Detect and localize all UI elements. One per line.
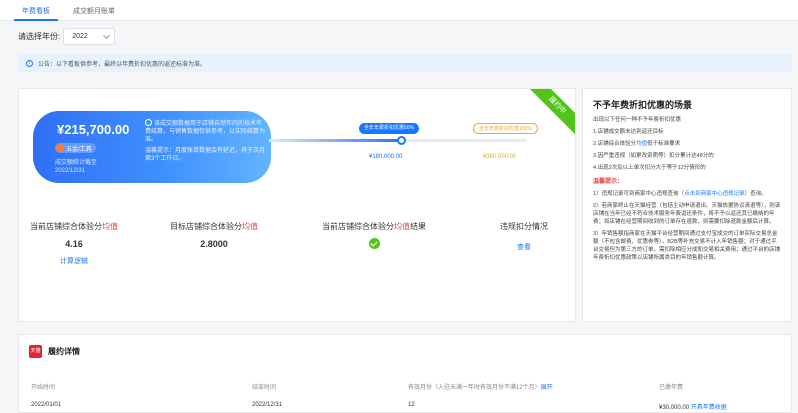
col-start-time: 开始时间 xyxy=(31,385,56,391)
side-intro: 出现以下任何一种不予年费折扣优惠 xyxy=(593,117,682,123)
chevron-down-icon xyxy=(103,31,111,39)
row-months: 12 xyxy=(408,402,415,408)
turnover-amount: ¥215,700.00 xyxy=(57,122,130,137)
metric-target-score: 目标店铺综合体验分均值 2.8000 xyxy=(159,221,269,249)
marker-100-pin: 全年年费折扣优惠100% xyxy=(473,123,538,134)
year-select[interactable]: 2022 xyxy=(63,27,116,45)
check-circle-icon xyxy=(368,238,380,249)
top-tabs: 年费看板 成交额月账单 xyxy=(0,0,798,21)
metric-label: 当前店铺综合体验分 xyxy=(30,222,102,231)
side-warn-title: 温馨提示： xyxy=(593,179,624,185)
side-title: 不予年费折扣优惠的场景 xyxy=(593,100,693,110)
turnover-date: 2022/12/31 xyxy=(55,168,86,174)
violation-center-link[interactable]: 点击到商家中心违规记录 xyxy=(684,191,745,197)
metric-value: 4.16 xyxy=(65,239,83,249)
marker-50-pin: 全年年费折扣优惠50% xyxy=(359,123,420,134)
expand-link[interactable]: 展开 xyxy=(541,385,553,391)
side-item-highlight: 均值 xyxy=(636,141,648,147)
side-note: 1）违规记录可到商家中心违规查询（点击到商家中心违规记录）查询。 xyxy=(593,191,767,197)
fire-icon xyxy=(56,144,64,152)
view-violations-link[interactable]: 查看 xyxy=(469,242,575,252)
progress-fill xyxy=(269,139,401,142)
metric-score-result: 当前店铺综合体验分均值结果 xyxy=(319,221,429,249)
side-note: 2）若商家终止在天猫经营（包括主动申请退出、天猫依据协议清退等），则该店铺在当年… xyxy=(593,203,781,225)
metric-label-highlight: 均值 xyxy=(102,222,118,231)
row-fee: ¥30,000.00 开具年费收据 xyxy=(659,405,727,411)
tab-annual-fee-board[interactable]: 年费看板 xyxy=(14,0,58,21)
fulfillment-details-card: 天猫 履约详情 开始时间 结束时间 有效月份（入驻未满一年时有效月份不满12个月… xyxy=(18,334,792,413)
turnover-date-note: 成交额统计截至 2022/12/31 xyxy=(55,159,97,175)
metric-value: 2.8000 xyxy=(200,239,228,249)
marker-100-value: ¥360,000.00 xyxy=(483,154,517,160)
year-select-value: 2022 xyxy=(72,32,88,40)
side-note: 3）年销售额指商家在天猫平台经营期间通过支付宝成交的订单实际交易总金额（不包含邮… xyxy=(593,231,781,261)
side-item: 2.店铺综合体验分均值低于标准要求 xyxy=(593,141,681,147)
metric-label-highlight: 均值 xyxy=(242,222,258,231)
metric-label-suffix: 结果 xyxy=(410,222,426,231)
turnover-tip: 温馨提示：月度账单数据会有延迟，将于次月第3个工作日。 xyxy=(145,148,266,162)
category-badge: 五金/工具 xyxy=(55,143,96,153)
tab-monthly-bill[interactable]: 成交额月账单 xyxy=(68,0,120,21)
marker-50-value: ¥180,000.00 xyxy=(369,154,403,160)
row-start: 2022/01/01 xyxy=(31,402,62,408)
fulfillment-header: 天猫 履约详情 xyxy=(29,345,80,358)
metric-label: 违规扣分情况 xyxy=(500,222,548,231)
info-icon: i xyxy=(26,59,33,67)
progress-knob xyxy=(396,136,406,145)
side-item: 1.店铺成交额未达到返还目标 xyxy=(593,129,664,135)
category-label: 五金/工具 xyxy=(66,146,92,153)
turnover-description: 该成交额数据用于店铺自然年内的技术年费结算，与销售数据仅供参考，以实际结算为准。… xyxy=(145,119,267,163)
row-end: 2022/12/31 xyxy=(252,402,283,408)
col-end-time: 结束时间 xyxy=(252,385,277,391)
metric-label: 当前店铺综合体验分 xyxy=(322,222,394,231)
metric-current-score: 当前店铺综合体验分均值 4.16 计算逻辑 xyxy=(19,221,129,266)
year-filter: 请选择年份: 2022 xyxy=(18,27,116,45)
col-paid-fee: 已缴年费 xyxy=(659,385,684,391)
notice-text: 公告：以下看板供参考，最终以年费折扣优惠的返还标准为准。 xyxy=(38,61,207,68)
metric-label-highlight: 均值 xyxy=(394,222,410,231)
turnover-date-caption: 成交额统计截至 xyxy=(55,160,98,166)
calc-logic-link[interactable]: 计算逻辑 xyxy=(19,256,129,266)
annual-fee-summary-card: 履约中 ¥215,700.00 五金/工具 成交额统计截至 2022/12/31… xyxy=(18,88,576,322)
side-item: 4.出现2次及以上单次扣分大于等于12分情形的 xyxy=(593,165,706,171)
notice-bar: i 公告：以下看板供参考，最终以年费折扣优惠的返还标准为准。 xyxy=(18,54,792,72)
side-item: 3.因严重违规（如更改资质等）扣分累计达48分的 xyxy=(593,153,714,159)
fulfillment-title: 履约详情 xyxy=(48,347,80,356)
metric-violation-deduction: 违规扣分情况 查看 xyxy=(469,221,575,252)
clock-icon xyxy=(145,119,152,126)
fee-receipt-link[interactable]: 开具年费收据 xyxy=(691,405,727,411)
rebate-progress xyxy=(269,136,527,145)
tmall-icon: 天猫 xyxy=(29,345,42,358)
year-filter-label: 请选择年份: xyxy=(18,31,61,41)
col-valid-months: 有效月份（入驻未满一年时有效月份不满12个月）展开 xyxy=(408,385,553,391)
turnover-card: ¥215,700.00 五金/工具 成交额统计截至 2022/12/31 该成交… xyxy=(33,111,271,183)
metric-label: 目标店铺综合体验分 xyxy=(170,222,242,231)
turnover-desc-text: 该成交额数据用于店铺自然年内的技术年费结算，与销售数据仅供参考，以实际结算为准。 xyxy=(145,121,266,143)
no-discount-scenarios-card: 不予年费折扣优惠的场景 出现以下任何一种不予年费折扣优惠 1.店铺成交额未达到返… xyxy=(582,88,792,322)
